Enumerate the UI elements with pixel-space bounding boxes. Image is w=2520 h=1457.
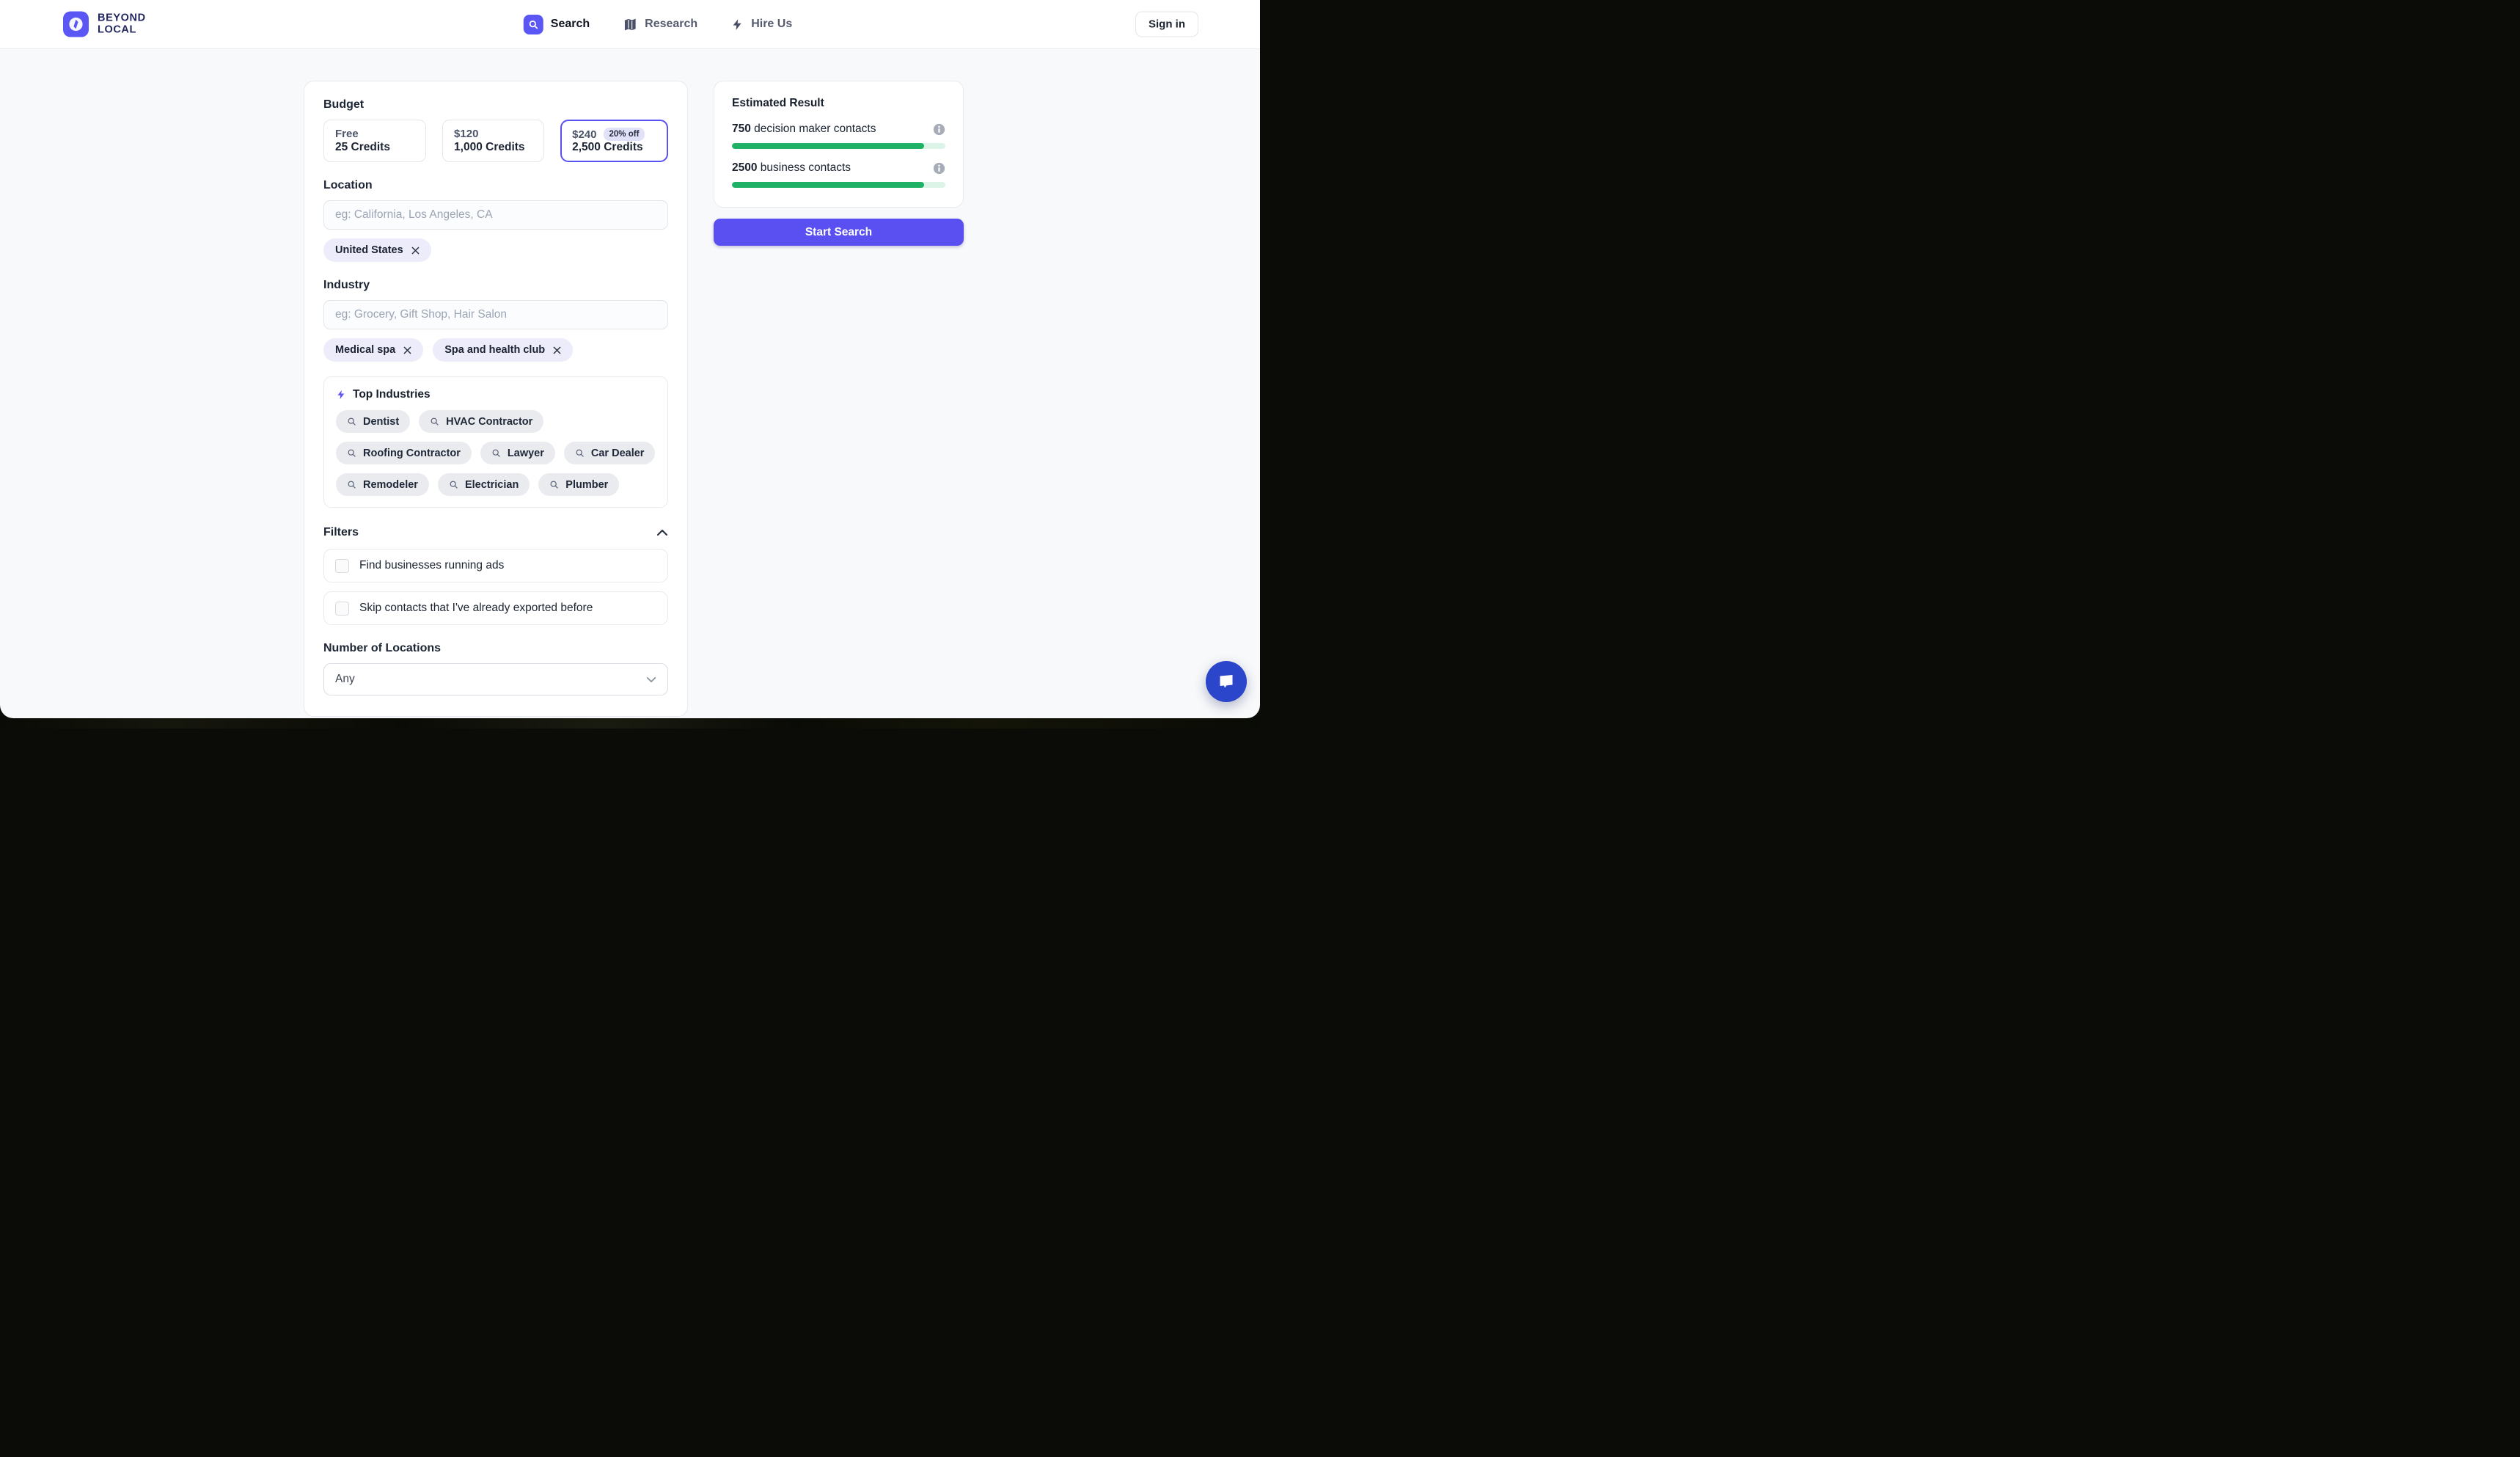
decision-maker-estimate: 750 decision maker contacts [732,123,945,149]
search-icon [524,15,543,34]
bolt-icon [731,18,744,32]
page: BEYOND LOCAL Search [0,0,1260,718]
running-ads-checkbox[interactable] [335,559,349,573]
top-industries-title: Top Industries [353,388,431,401]
industry-chip-medical-spa[interactable]: Medical spa [323,338,423,362]
top-industries-box: Top Industries Dentist HVAC Contractor [323,376,668,508]
chip-label: Spa and health club [444,344,545,356]
info-icon[interactable] [933,123,945,136]
brand-logo[interactable]: BEYOND LOCAL [63,12,146,37]
sign-in-button[interactable]: Sign in [1135,12,1198,37]
estimated-result-title: Estimated Result [732,97,945,110]
filter-label: Find businesses running ads [359,559,504,572]
nav-label-search: Search [551,18,590,31]
search-form-card: Budget Free 25 Credits $120 1,000 Credit… [304,81,688,717]
industry-chips: Medical spa Spa and health club [323,338,668,362]
budget-credits: 2,500 Credits [572,141,656,154]
estimate-text: 2500 business contacts [732,161,933,175]
select-value: Any [335,673,355,686]
budget-option-240-selected[interactable]: $240 20% off 2,500 Credits [560,120,668,162]
budget-price: Free [335,128,359,140]
filters-title: Filters [323,525,359,540]
estimate-panel: Estimated Result 750 decision maker cont… [714,81,964,246]
info-icon[interactable] [933,162,945,175]
nav-label-research: Research [645,18,697,31]
industry-input[interactable] [323,300,668,329]
industry-suggestion-roofing-contractor[interactable]: Roofing Contractor [336,442,472,464]
budget-option-free[interactable]: Free 25 Credits [323,120,426,162]
filter-option-running-ads[interactable]: Find businesses running ads [323,549,668,583]
budget-option-120[interactable]: $120 1,000 Credits [442,120,544,162]
location-chips: United States [323,238,668,262]
pill-label: Remodeler [363,479,418,491]
nav-label-hire-us: Hire Us [751,18,792,31]
pill-label: Lawyer [508,448,544,459]
main-nav: Search Research [524,0,792,48]
start-search-button[interactable]: Start Search [714,219,964,246]
industry-suggestion-car-dealer[interactable]: Car Dealer [564,442,656,464]
remove-chip-icon[interactable] [411,247,420,255]
chat-launcher-button[interactable] [1206,661,1247,702]
chip-label: United States [335,244,403,256]
chip-label: Medical spa [335,344,395,356]
industry-suggestion-electrician[interactable]: Electrician [438,473,530,496]
decision-maker-progress-bar [732,143,945,149]
location-input[interactable] [323,200,668,230]
industry-suggestion-dentist[interactable]: Dentist [336,410,410,433]
nav-item-research[interactable]: Research [623,18,697,32]
budget-credits: 25 Credits [335,141,414,154]
filter-label: Skip contacts that I've already exported… [359,602,593,615]
industry-suggestion-hvac-contractor[interactable]: HVAC Contractor [419,410,543,433]
remove-chip-icon[interactable] [403,346,411,354]
nav-item-search[interactable]: Search [524,15,590,34]
industry-chip-spa-health-club[interactable]: Spa and health club [433,338,573,362]
bolt-icon [336,389,346,401]
progress-fill [732,182,924,188]
number-of-locations-select[interactable]: Any [323,663,668,695]
pill-label: Electrician [465,479,519,491]
industry-suggestion-remodeler[interactable]: Remodeler [336,473,429,496]
budget-credits: 1,000 Credits [454,141,532,154]
business-contacts-progress-bar [732,182,945,188]
collapse-chevron-up-icon[interactable] [656,529,668,536]
remove-chip-icon[interactable] [553,346,561,354]
business-contacts-estimate: 2500 business contacts [732,161,945,188]
nav-item-hire-us[interactable]: Hire Us [731,18,792,32]
filter-option-skip-exported[interactable]: Skip contacts that I've already exported… [323,591,668,625]
industry-suggestion-plumber[interactable]: Plumber [538,473,619,496]
brand-name: BEYOND LOCAL [98,12,146,35]
chevron-down-icon [646,676,656,683]
map-icon [623,18,637,32]
chat-bubble-icon [1217,672,1236,691]
budget-options: Free 25 Credits $120 1,000 Credits $240 … [323,120,668,162]
pill-label: Car Dealer [591,448,645,459]
skip-exported-checkbox[interactable] [335,602,349,616]
estimate-text: 750 decision maker contacts [732,123,933,136]
industry-label: Industry [323,278,668,293]
pill-label: Dentist [363,416,399,428]
app-root: BEYOND LOCAL Search [0,0,1260,728]
budget-price: $120 [454,128,478,140]
pill-label: Plumber [565,479,608,491]
estimated-result-card: Estimated Result 750 decision maker cont… [714,81,964,208]
budget-label: Budget [323,98,668,112]
budget-price: $240 [572,128,596,141]
location-label: Location [323,178,668,193]
location-chip-united-states[interactable]: United States [323,238,431,262]
header: BEYOND LOCAL Search [0,0,1260,49]
industry-suggestion-lawyer[interactable]: Lawyer [480,442,555,464]
pill-label: HVAC Contractor [446,416,532,428]
discount-badge: 20% off [604,128,645,141]
pill-label: Roofing Contractor [363,448,461,459]
below-fold-dark-section [0,717,1260,728]
progress-fill [732,143,924,149]
number-of-locations-label: Number of Locations [323,641,668,656]
compass-logo-icon [63,12,89,37]
